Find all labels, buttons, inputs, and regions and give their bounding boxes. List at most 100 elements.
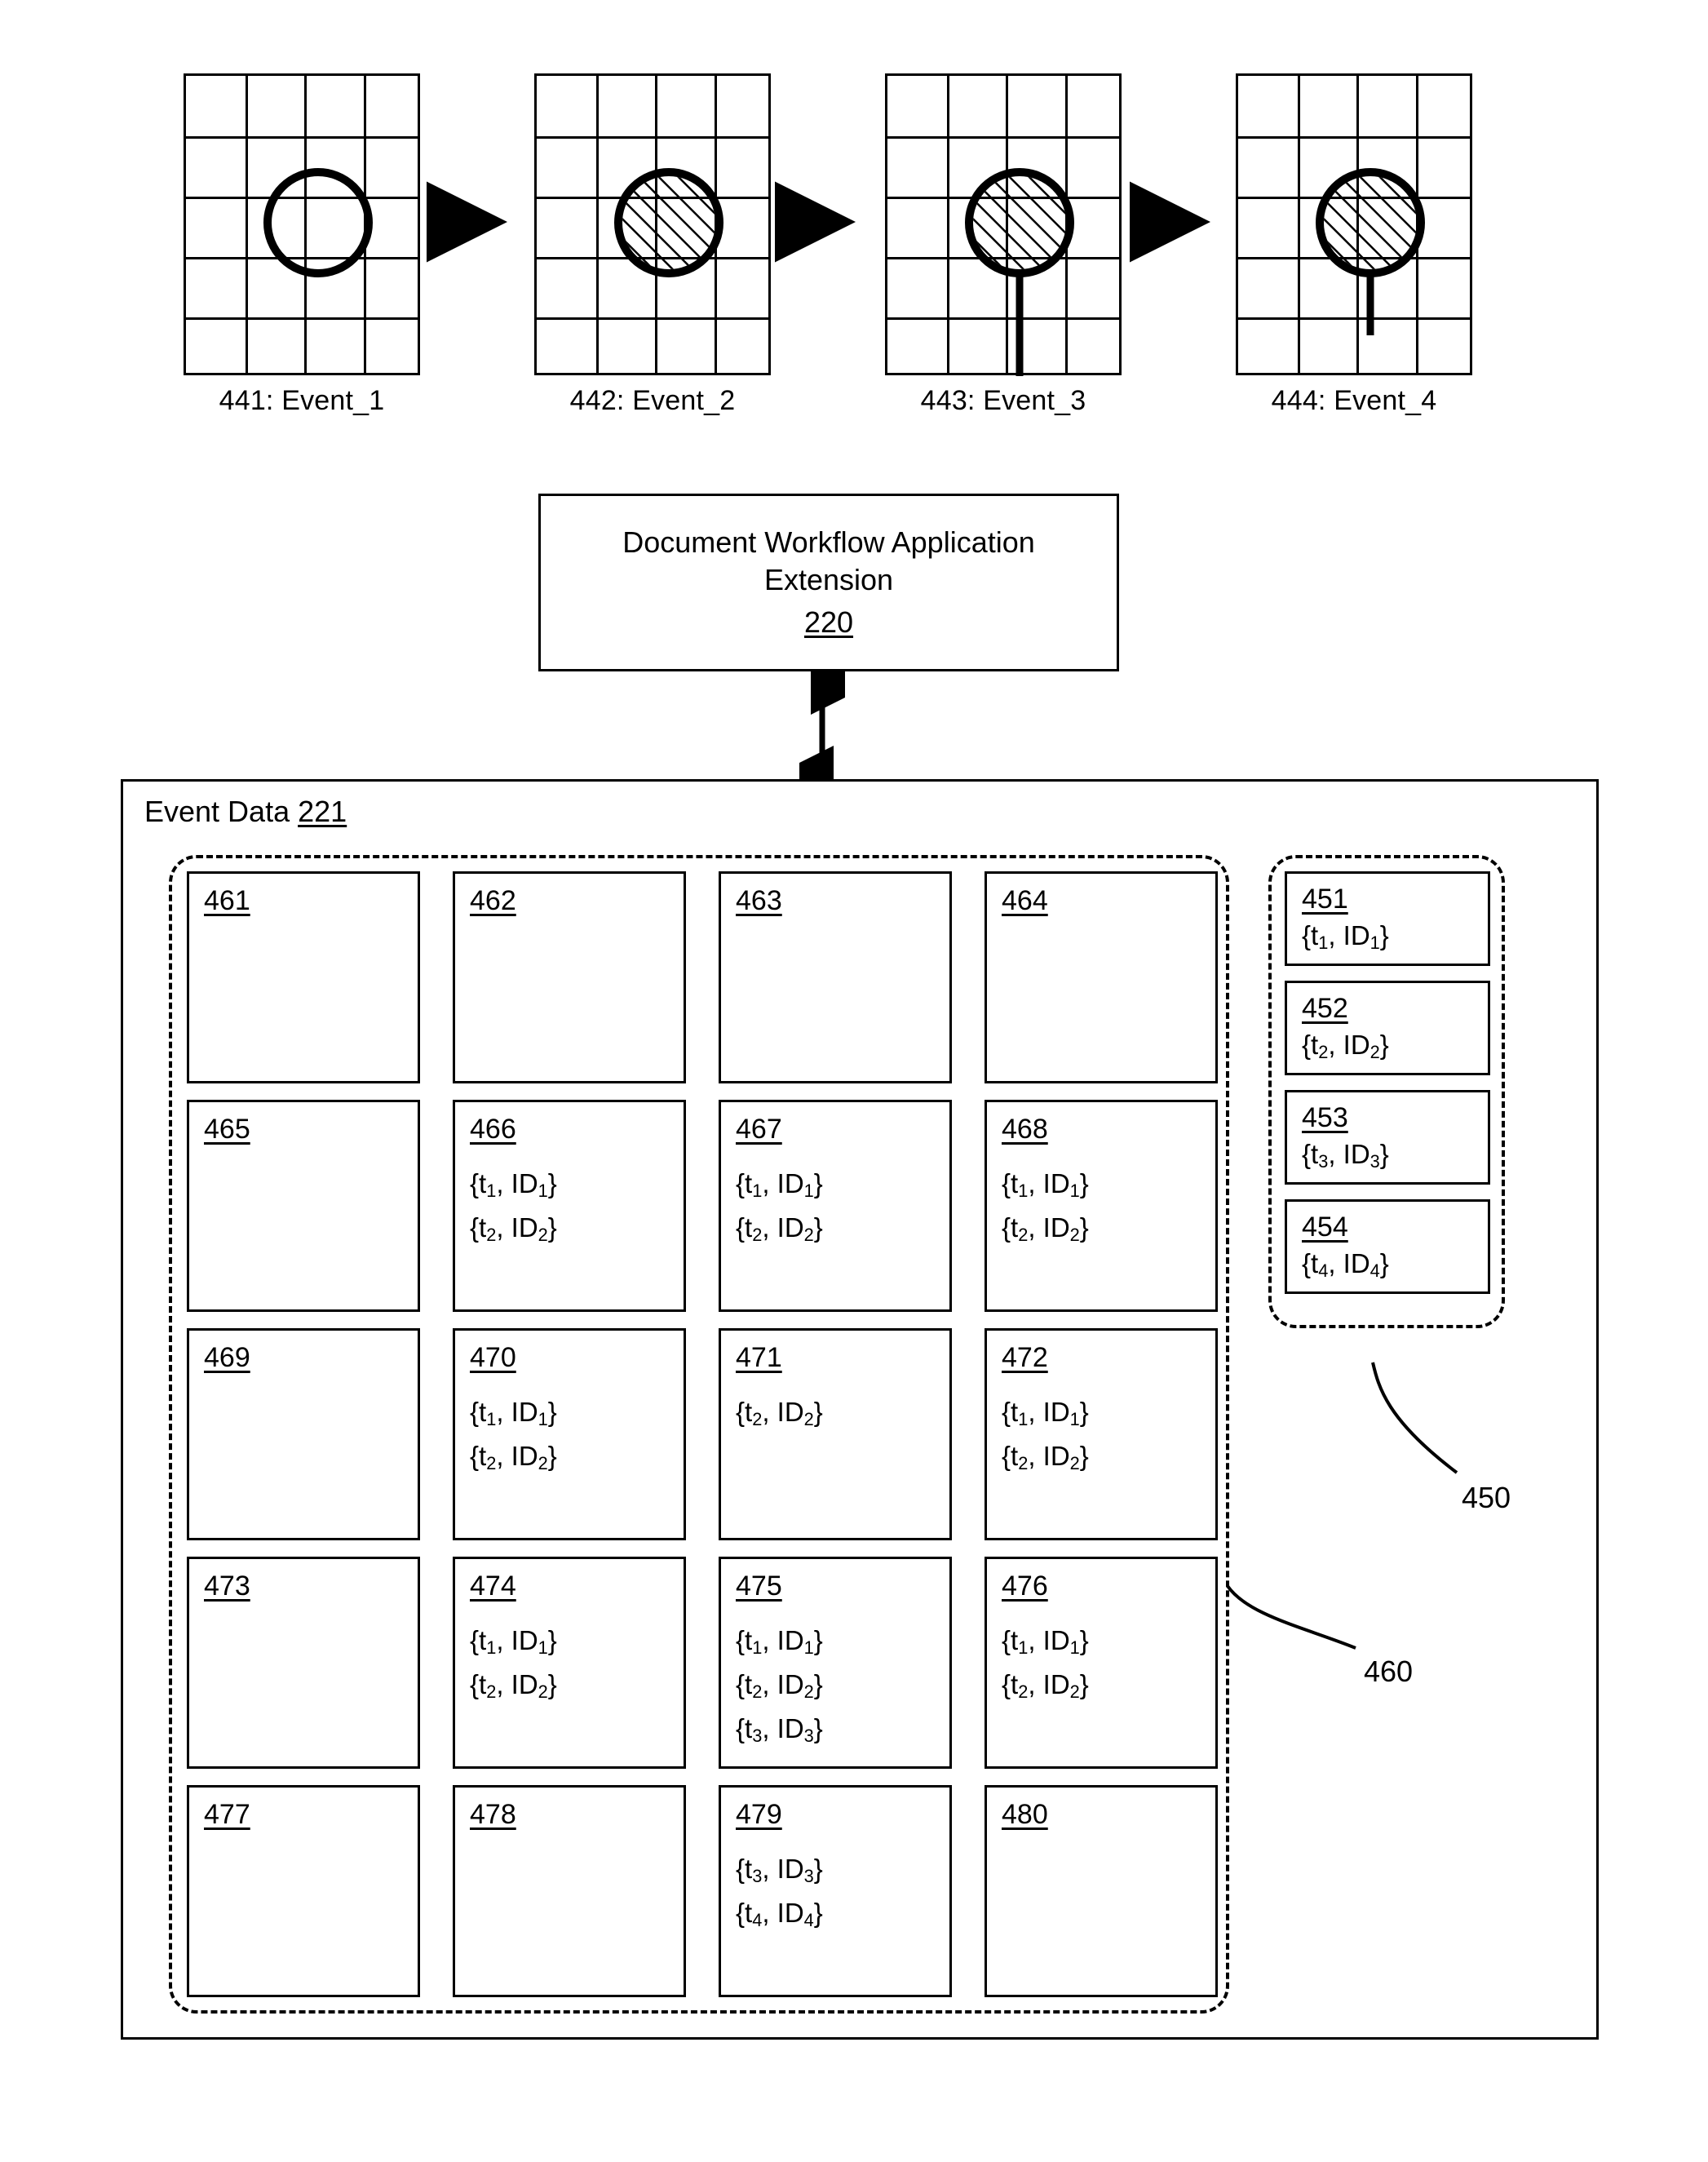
event-data-heading-reference: 221 <box>298 795 347 828</box>
event-queue-reference: 451 <box>1302 884 1348 915</box>
event-grid-4 <box>1236 73 1472 375</box>
document-cell-479[interactable]: 479 {t3, ID3} {t4, ID4} <box>719 1785 952 1997</box>
document-cell-473[interactable]: 473 <box>187 1557 420 1769</box>
event-queue-reference: 454 <box>1302 1212 1348 1243</box>
document-cell-entries: {t1, ID1} {t2, ID2} <box>1002 1168 1215 1245</box>
event-queue-item-451[interactable]: 451 {t1, ID1} <box>1285 871 1490 966</box>
event-data-heading-text: Event Data <box>144 795 290 828</box>
document-cell-grid: 461 462 463 464 465 466 {t1, ID1} {t2, ID2} 467 {… <box>187 871 1218 1999</box>
cell-entry: {t1, ID1} <box>470 1625 557 1658</box>
document-cell-478[interactable]: 478 <box>453 1785 686 1997</box>
cell-entry: {t2, ID2} <box>470 1441 557 1473</box>
document-cell-477[interactable]: 477 <box>187 1785 420 1997</box>
cell-entry: {t1, ID1} <box>1002 1397 1089 1429</box>
marker-hatch-fill <box>973 176 1066 269</box>
cell-entry: {t1, ID1} <box>1002 1625 1089 1658</box>
document-cell-reference: 471 <box>736 1342 782 1373</box>
document-cell-467[interactable]: 467 {t1, ID1} {t2, ID2} <box>719 1100 952 1312</box>
document-cell-475[interactable]: 475 {t1, ID1} {t2, ID2} {t3, ID3} <box>719 1557 952 1769</box>
document-cell-474[interactable]: 474 {t1, ID1} {t2, ID2} <box>453 1557 686 1769</box>
document-cell-reference: 475 <box>736 1571 782 1602</box>
document-cell-463[interactable]: 463 <box>719 871 952 1083</box>
event-grid-1 <box>184 73 420 375</box>
cell-entry: {t2, ID2} <box>736 1212 823 1245</box>
cell-entry: {t3, ID3} <box>736 1713 823 1746</box>
document-cell-465[interactable]: 465 <box>187 1100 420 1312</box>
document-cell-reference: 476 <box>1002 1571 1048 1602</box>
document-cell-reference: 478 <box>470 1799 516 1830</box>
document-cell-reference: 463 <box>736 885 782 916</box>
document-cell-reference: 467 <box>736 1114 782 1145</box>
double-headed-vertical-arrow-icon <box>799 669 845 791</box>
document-cell-reference: 477 <box>204 1799 250 1830</box>
event-queue-item-452[interactable]: 452 {t2, ID2} <box>1285 981 1490 1075</box>
document-cell-464[interactable]: 464 <box>985 871 1218 1083</box>
document-workflow-application-extension-box: Document Workflow Application Extension … <box>538 494 1119 671</box>
document-cell-reference: 480 <box>1002 1799 1048 1830</box>
cell-entry: {t1, ID1} <box>470 1168 557 1201</box>
event-queue-item-453[interactable]: 453 {t3, ID3} <box>1285 1090 1490 1185</box>
cell-entry: {t4, ID4} <box>736 1898 823 1930</box>
callout-label-450: 450 <box>1462 1481 1511 1514</box>
cell-entry: {t1, ID1} <box>1002 1168 1089 1201</box>
cell-entry: {t1, ID1} <box>736 1625 823 1658</box>
event-marker-4 <box>1316 168 1425 335</box>
event-panel-label-1: 441: Event_1 <box>219 385 385 416</box>
document-cell-entries: {t1, ID1} {t2, ID2} <box>470 1625 684 1702</box>
document-cell-reference: 466 <box>470 1114 516 1145</box>
event-panel-label-3: 443: Event_3 <box>920 385 1086 416</box>
cell-entry: {t2, ID2} <box>1002 1669 1089 1702</box>
cell-entry: {t2, ID2} <box>470 1669 557 1702</box>
event-panel-4: 444: Event_4 <box>1236 73 1477 416</box>
marker-circle-outline <box>263 168 373 277</box>
cell-entry: {t2, ID2} <box>736 1669 823 1702</box>
document-cell-entries: {t1, ID1} {t2, ID2} {t3, ID3} <box>736 1625 949 1746</box>
document-cell-entries: {t1, ID1} {t2, ID2} <box>1002 1397 1215 1473</box>
cell-entry: {t1, ID1} <box>470 1397 557 1429</box>
document-cell-reference: 464 <box>1002 885 1048 916</box>
event-queue-list: 451 {t1, ID1} 452 {t2, ID2} 453 {t3, ID3} 454 {… <box>1285 871 1490 1294</box>
document-cell-reference: 474 <box>470 1571 516 1602</box>
document-cell-entries: {t3, ID3} {t4, ID4} <box>736 1854 949 1930</box>
document-cell-466[interactable]: 466 {t1, ID1} {t2, ID2} <box>453 1100 686 1312</box>
document-cell-entries: {t1, ID1} {t2, ID2} <box>1002 1625 1215 1702</box>
document-cell-entries: {t1, ID1} {t2, ID2} <box>736 1168 949 1245</box>
event-marker-1 <box>263 168 373 277</box>
document-cell-462[interactable]: 462 <box>453 871 686 1083</box>
document-cell-480[interactable]: 480 <box>985 1785 1218 1997</box>
event-queue-entry: {t2, ID2} <box>1302 1030 1389 1062</box>
document-cell-471[interactable]: 471 {t2, ID2} <box>719 1328 952 1540</box>
event-panel-1: 441: Event_1 <box>184 73 425 416</box>
event-panel-3: 443: Event_3 <box>885 73 1126 416</box>
event-queue-entry: {t4, ID4} <box>1302 1248 1389 1281</box>
event-sequence-strip: 441: Event_1 442: Event_2 443: Event_3 444:… <box>0 73 1708 424</box>
document-cell-entries: {t1, ID1} {t2, ID2} <box>470 1397 684 1473</box>
document-cell-476[interactable]: 476 {t1, ID1} {t2, ID2} <box>985 1557 1218 1769</box>
document-cell-472[interactable]: 472 {t1, ID1} {t2, ID2} <box>985 1328 1218 1540</box>
event-grid-3 <box>885 73 1122 376</box>
document-cell-entries: {t1, ID1} {t2, ID2} <box>470 1168 684 1245</box>
document-cell-reference: 462 <box>470 885 516 916</box>
document-cell-468[interactable]: 468 {t1, ID1} {t2, ID2} <box>985 1100 1218 1312</box>
document-cell-reference: 465 <box>204 1114 250 1145</box>
event-marker-2 <box>614 168 723 277</box>
workflow-box-reference: 220 <box>803 605 854 640</box>
document-cell-reference: 472 <box>1002 1342 1048 1373</box>
event-queue-reference: 452 <box>1302 993 1348 1024</box>
event-queue-reference: 453 <box>1302 1102 1348 1133</box>
cell-entry: {t2, ID2} <box>1002 1441 1089 1473</box>
document-cell-reference: 473 <box>204 1571 250 1602</box>
document-cell-461[interactable]: 461 <box>187 871 420 1083</box>
document-cell-reference: 470 <box>470 1342 516 1373</box>
document-cell-reference: 479 <box>736 1799 782 1830</box>
event-queue-item-454[interactable]: 454 {t4, ID4} <box>1285 1199 1490 1294</box>
cell-entry: {t1, ID1} <box>736 1168 823 1201</box>
document-cell-470[interactable]: 470 {t1, ID1} {t2, ID2} <box>453 1328 686 1540</box>
cell-entry: {t2, ID2} <box>1002 1212 1089 1245</box>
event-panel-2: 442: Event_2 <box>534 73 776 416</box>
cell-entry: {t2, ID2} <box>736 1397 823 1429</box>
document-cell-469[interactable]: 469 <box>187 1328 420 1540</box>
cell-entry: {t3, ID3} <box>736 1854 823 1886</box>
document-cell-reference: 468 <box>1002 1114 1048 1145</box>
cell-entry: {t2, ID2} <box>470 1212 557 1245</box>
